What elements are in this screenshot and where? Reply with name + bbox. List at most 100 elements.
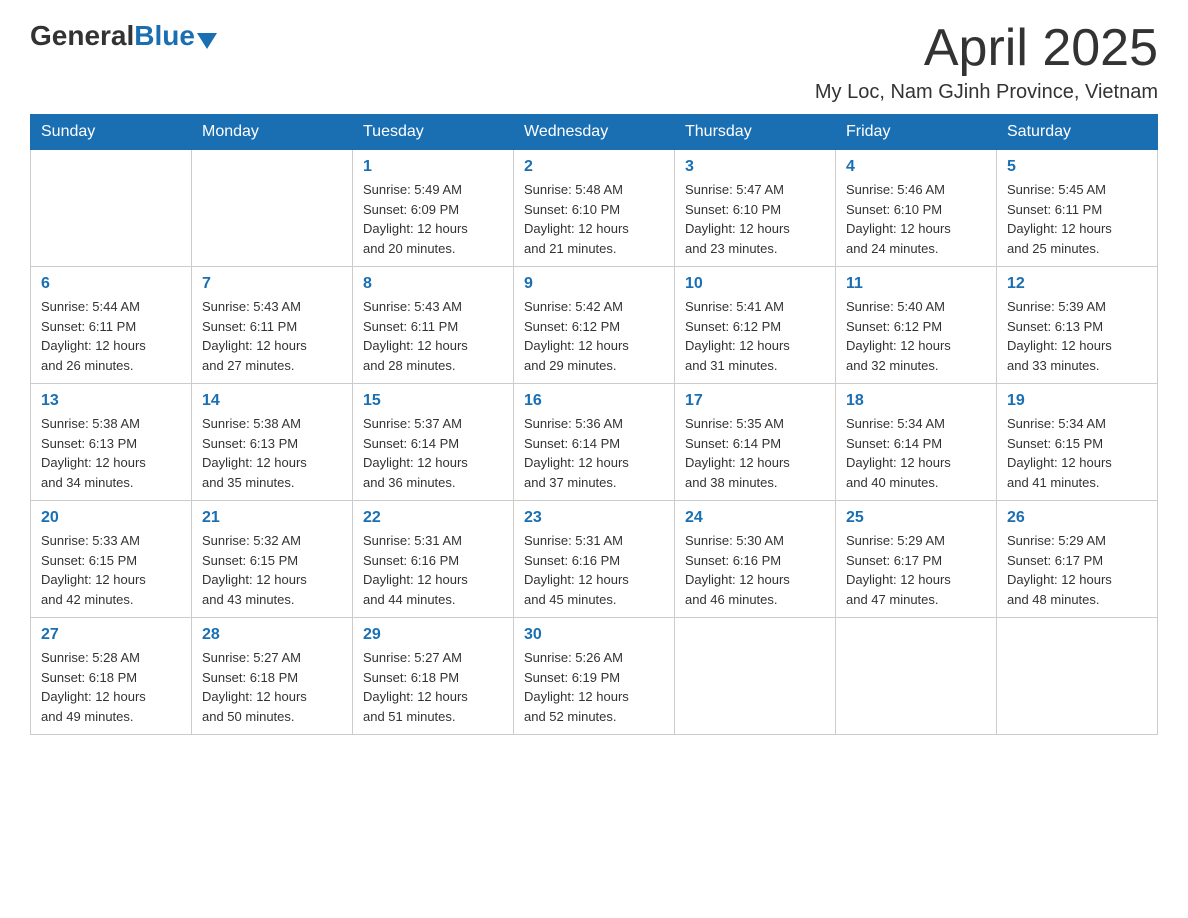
calendar-cell: [192, 150, 353, 267]
calendar-cell: 4 Sunrise: 5:46 AM Sunset: 6:10 PM Daylig…: [836, 150, 997, 267]
day-number: 17: [685, 392, 825, 410]
day-info: Sunrise: 5:45 AM Sunset: 6:11 PM Dayligh…: [1007, 180, 1147, 258]
day-number: 14: [202, 392, 342, 410]
calendar-cell: [836, 618, 997, 735]
day-number: 16: [524, 392, 664, 410]
day-info: Sunrise: 5:36 AM Sunset: 6:14 PM Dayligh…: [524, 414, 664, 492]
day-number: 5: [1007, 158, 1147, 176]
day-info: Sunrise: 5:34 AM Sunset: 6:15 PM Dayligh…: [1007, 414, 1147, 492]
calendar-week-row: 27 Sunrise: 5:28 AM Sunset: 6:18 PM Dayli…: [31, 618, 1158, 735]
calendar-cell: 3 Sunrise: 5:47 AM Sunset: 6:10 PM Daylig…: [675, 150, 836, 267]
calendar-week-row: 20 Sunrise: 5:33 AM Sunset: 6:15 PM Dayli…: [31, 501, 1158, 618]
day-number: 3: [685, 158, 825, 176]
calendar-cell: 17 Sunrise: 5:35 AM Sunset: 6:14 PM Dayli…: [675, 384, 836, 501]
day-info: Sunrise: 5:32 AM Sunset: 6:15 PM Dayligh…: [202, 531, 342, 609]
page-header: GeneralBlue April 2025 My Loc, Nam GJinh…: [30, 20, 1158, 104]
day-number: 9: [524, 275, 664, 293]
day-info: Sunrise: 5:47 AM Sunset: 6:10 PM Dayligh…: [685, 180, 825, 258]
day-number: 20: [41, 509, 181, 527]
calendar-cell: 25 Sunrise: 5:29 AM Sunset: 6:17 PM Dayli…: [836, 501, 997, 618]
day-number: 13: [41, 392, 181, 410]
weekday-header-friday: Friday: [836, 115, 997, 150]
day-number: 30: [524, 626, 664, 644]
calendar-cell: 10 Sunrise: 5:41 AM Sunset: 6:12 PM Dayli…: [675, 267, 836, 384]
calendar-cell: 1 Sunrise: 5:49 AM Sunset: 6:09 PM Daylig…: [353, 150, 514, 267]
day-info: Sunrise: 5:26 AM Sunset: 6:19 PM Dayligh…: [524, 648, 664, 726]
calendar-week-row: 13 Sunrise: 5:38 AM Sunset: 6:13 PM Dayli…: [31, 384, 1158, 501]
day-number: 27: [41, 626, 181, 644]
day-number: 29: [363, 626, 503, 644]
logo-general: General: [30, 20, 134, 51]
day-info: Sunrise: 5:48 AM Sunset: 6:10 PM Dayligh…: [524, 180, 664, 258]
calendar-cell: [675, 618, 836, 735]
logo-blue: Blue: [134, 20, 195, 51]
calendar-cell: 23 Sunrise: 5:31 AM Sunset: 6:16 PM Dayli…: [514, 501, 675, 618]
day-number: 12: [1007, 275, 1147, 293]
calendar-cell: 16 Sunrise: 5:36 AM Sunset: 6:14 PM Dayli…: [514, 384, 675, 501]
calendar-cell: 27 Sunrise: 5:28 AM Sunset: 6:18 PM Dayli…: [31, 618, 192, 735]
location-subtitle: My Loc, Nam GJinh Province, Vietnam: [815, 81, 1158, 104]
day-info: Sunrise: 5:30 AM Sunset: 6:16 PM Dayligh…: [685, 531, 825, 609]
calendar-cell: 11 Sunrise: 5:40 AM Sunset: 6:12 PM Dayli…: [836, 267, 997, 384]
day-info: Sunrise: 5:29 AM Sunset: 6:17 PM Dayligh…: [1007, 531, 1147, 609]
weekday-header-wednesday: Wednesday: [514, 115, 675, 150]
day-number: 6: [41, 275, 181, 293]
logo-triangle-icon: [197, 33, 217, 49]
day-number: 1: [363, 158, 503, 176]
day-info: Sunrise: 5:46 AM Sunset: 6:10 PM Dayligh…: [846, 180, 986, 258]
calendar-cell: 20 Sunrise: 5:33 AM Sunset: 6:15 PM Dayli…: [31, 501, 192, 618]
day-info: Sunrise: 5:38 AM Sunset: 6:13 PM Dayligh…: [202, 414, 342, 492]
day-number: 15: [363, 392, 503, 410]
calendar-cell: 26 Sunrise: 5:29 AM Sunset: 6:17 PM Dayli…: [997, 501, 1158, 618]
title-block: April 2025 My Loc, Nam GJinh Province, V…: [815, 20, 1158, 104]
calendar-cell: 28 Sunrise: 5:27 AM Sunset: 6:18 PM Dayli…: [192, 618, 353, 735]
calendar-week-row: 1 Sunrise: 5:49 AM Sunset: 6:09 PM Daylig…: [31, 150, 1158, 267]
calendar-cell: 13 Sunrise: 5:38 AM Sunset: 6:13 PM Dayli…: [31, 384, 192, 501]
day-number: 4: [846, 158, 986, 176]
day-number: 8: [363, 275, 503, 293]
day-info: Sunrise: 5:40 AM Sunset: 6:12 PM Dayligh…: [846, 297, 986, 375]
day-info: Sunrise: 5:37 AM Sunset: 6:14 PM Dayligh…: [363, 414, 503, 492]
day-number: 26: [1007, 509, 1147, 527]
day-number: 28: [202, 626, 342, 644]
day-number: 10: [685, 275, 825, 293]
logo-text: GeneralBlue: [30, 20, 217, 52]
calendar-cell: 24 Sunrise: 5:30 AM Sunset: 6:16 PM Dayli…: [675, 501, 836, 618]
calendar-cell: 21 Sunrise: 5:32 AM Sunset: 6:15 PM Dayli…: [192, 501, 353, 618]
weekday-header-saturday: Saturday: [997, 115, 1158, 150]
day-number: 24: [685, 509, 825, 527]
day-info: Sunrise: 5:27 AM Sunset: 6:18 PM Dayligh…: [202, 648, 342, 726]
day-info: Sunrise: 5:43 AM Sunset: 6:11 PM Dayligh…: [202, 297, 342, 375]
calendar-cell: 6Sunrise: 5:44 AM Sunset: 6:11 PM Daylig…: [31, 267, 192, 384]
day-info: Sunrise: 5:33 AM Sunset: 6:15 PM Dayligh…: [41, 531, 181, 609]
day-number: 7: [202, 275, 342, 293]
calendar-title: April 2025: [815, 20, 1158, 77]
day-info: Sunrise: 5:31 AM Sunset: 6:16 PM Dayligh…: [524, 531, 664, 609]
day-number: 23: [524, 509, 664, 527]
day-info: Sunrise: 5:42 AM Sunset: 6:12 PM Dayligh…: [524, 297, 664, 375]
calendar-table: SundayMondayTuesdayWednesdayThursdayFrid…: [30, 114, 1158, 735]
day-info: Sunrise: 5:35 AM Sunset: 6:14 PM Dayligh…: [685, 414, 825, 492]
calendar-cell: 8Sunrise: 5:43 AM Sunset: 6:11 PM Daylig…: [353, 267, 514, 384]
calendar-cell: 5 Sunrise: 5:45 AM Sunset: 6:11 PM Daylig…: [997, 150, 1158, 267]
day-number: 19: [1007, 392, 1147, 410]
day-info: Sunrise: 5:29 AM Sunset: 6:17 PM Dayligh…: [846, 531, 986, 609]
day-info: Sunrise: 5:41 AM Sunset: 6:12 PM Dayligh…: [685, 297, 825, 375]
calendar-cell: 9 Sunrise: 5:42 AM Sunset: 6:12 PM Daylig…: [514, 267, 675, 384]
day-info: Sunrise: 5:49 AM Sunset: 6:09 PM Dayligh…: [363, 180, 503, 258]
calendar-cell: [997, 618, 1158, 735]
calendar-cell: 14 Sunrise: 5:38 AM Sunset: 6:13 PM Dayli…: [192, 384, 353, 501]
logo: GeneralBlue: [30, 20, 217, 52]
day-info: Sunrise: 5:38 AM Sunset: 6:13 PM Dayligh…: [41, 414, 181, 492]
calendar-cell: 22Sunrise: 5:31 AM Sunset: 6:16 PM Dayli…: [353, 501, 514, 618]
calendar-cell: 2Sunrise: 5:48 AM Sunset: 6:10 PM Daylig…: [514, 150, 675, 267]
day-number: 21: [202, 509, 342, 527]
day-number: 25: [846, 509, 986, 527]
weekday-header-tuesday: Tuesday: [353, 115, 514, 150]
day-info: Sunrise: 5:28 AM Sunset: 6:18 PM Dayligh…: [41, 648, 181, 726]
calendar-cell: 19 Sunrise: 5:34 AM Sunset: 6:15 PM Dayli…: [997, 384, 1158, 501]
calendar-week-row: 6Sunrise: 5:44 AM Sunset: 6:11 PM Daylig…: [31, 267, 1158, 384]
calendar-header-row: SundayMondayTuesdayWednesdayThursdayFrid…: [31, 115, 1158, 150]
day-number: 11: [846, 275, 986, 293]
day-info: Sunrise: 5:31 AM Sunset: 6:16 PM Dayligh…: [363, 531, 503, 609]
